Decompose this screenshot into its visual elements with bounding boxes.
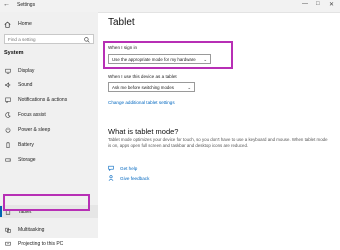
battery-icon — [6, 141, 10, 148]
signin-mode-value: Use the appropriate mode for my hardware — [112, 57, 196, 62]
feedback-icon — [108, 175, 114, 181]
sidebar-item-display[interactable]: Display — [0, 64, 98, 77]
storage-icon — [5, 158, 11, 161]
window-title: Settings — [17, 2, 36, 8]
multitasking-icon — [5, 227, 11, 233]
close-button[interactable]: ✕ — [329, 1, 334, 8]
help-icon — [108, 165, 114, 171]
active-indicator — [0, 206, 2, 217]
tablet-use-label: When I use this device as a tablet — [108, 74, 177, 79]
sidebar-item-focus-assist[interactable]: Focus assist — [0, 108, 98, 121]
get-help-link[interactable]: Get help — [120, 166, 137, 171]
page-title: Tablet — [108, 17, 135, 28]
display-icon — [5, 68, 11, 74]
search-placeholder: Find a setting — [8, 37, 36, 42]
back-arrow-icon[interactable]: ← — [3, 1, 10, 8]
home-label: Home — [18, 21, 32, 27]
search-input[interactable]: Find a setting — [4, 34, 94, 44]
change-additional-settings-link[interactable]: Change additional tablet settings — [108, 100, 175, 105]
sidebar-item-label: Notifications & actions — [18, 96, 68, 103]
section-title: System — [4, 50, 24, 56]
sidebar-item-storage[interactable]: Storage — [0, 153, 98, 166]
get-help-row[interactable]: Get help — [108, 165, 137, 171]
power-icon — [5, 126, 11, 133]
sidebar-item-sound[interactable]: Sound — [0, 78, 98, 91]
give-feedback-row[interactable]: Give feedback — [108, 175, 149, 181]
sidebar-item-notifications[interactable]: Notifications & actions — [0, 93, 98, 106]
home-icon — [4, 21, 11, 28]
sidebar-item-label: Display — [18, 67, 35, 74]
chevron-down-icon: ⌄ — [187, 85, 191, 90]
sidebar-item-label: Sound — [18, 81, 33, 88]
tablet-mode-value: Ask me before switching modes — [112, 85, 174, 90]
maximize-button[interactable]: □ — [316, 1, 320, 7]
sidebar-item-power-sleep[interactable]: Power & sleep — [0, 123, 98, 136]
sidebar-item-battery[interactable]: Battery — [0, 138, 98, 151]
sidebar-item-label: Battery — [18, 141, 34, 148]
chevron-down-icon: ⌄ — [203, 57, 207, 62]
projecting-icon — [5, 241, 11, 245]
sidebar-item-projecting[interactable]: Projecting to this PC — [0, 237, 98, 250]
tablet-highlight-box — [3, 194, 90, 211]
section-heading: What is tablet mode? — [108, 127, 179, 136]
sidebar-item-multitasking[interactable]: Multitasking — [0, 223, 98, 236]
main-content: Tablet When I sign in Use the appropriat… — [98, 12, 340, 238]
sidebar-item-label: Focus assist — [18, 111, 46, 118]
sound-icon — [5, 81, 11, 88]
sidebar-item-label: Projecting to this PC — [18, 240, 64, 247]
sidebar-home[interactable]: Home — [4, 19, 32, 29]
give-feedback-link[interactable]: Give feedback — [120, 176, 149, 181]
sidebar-item-label: Power & sleep — [18, 126, 51, 133]
search-icon[interactable] — [84, 36, 90, 43]
tablet-mode-dropdown[interactable]: Ask me before switching modes ⌄ — [108, 82, 195, 92]
notifications-icon — [5, 97, 11, 103]
signin-label: When I sign in — [108, 45, 138, 50]
signin-mode-dropdown[interactable]: Use the appropriate mode for my hardware… — [108, 54, 211, 64]
sidebar: Home Find a setting System Display Sound… — [0, 12, 98, 247]
sidebar-item-label: Storage — [18, 156, 36, 163]
sidebar-item-label: Multitasking — [18, 226, 45, 233]
section-description: Tablet mode optimizes your device for to… — [108, 137, 328, 148]
minimize-button[interactable]: — — [302, 1, 308, 7]
focus-assist-icon — [5, 111, 11, 118]
